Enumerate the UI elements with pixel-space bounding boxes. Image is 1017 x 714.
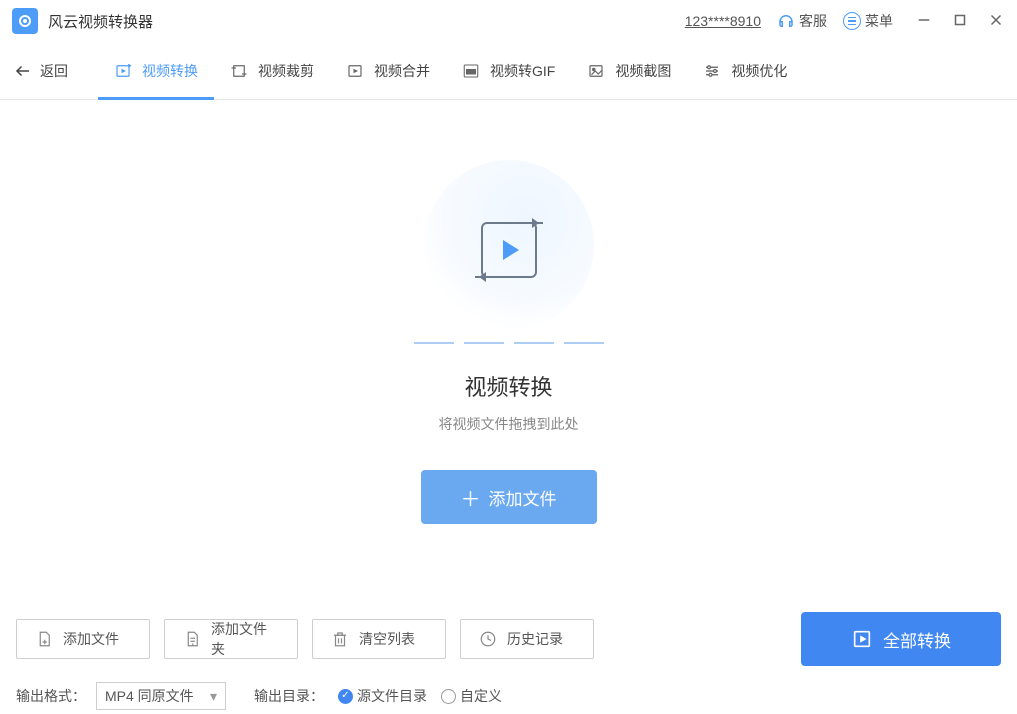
screenshot-icon bbox=[587, 62, 605, 80]
tab-label: 视频截图 bbox=[615, 61, 671, 81]
hero-title: 视频转换 bbox=[464, 370, 552, 402]
history-button[interactable]: 历史记录 bbox=[460, 619, 594, 659]
convert-all-label: 全部转换 bbox=[883, 627, 951, 652]
app-title: 风云视频转换器 bbox=[48, 11, 153, 32]
tab-video-crop[interactable]: 视频裁剪 bbox=[214, 42, 330, 99]
tab-video-optimize[interactable]: 视频优化 bbox=[687, 42, 803, 99]
convert-loop-icon bbox=[481, 222, 537, 278]
trash-icon bbox=[331, 630, 349, 648]
bottom-panel: 添加文件 添加文件夹 清空列表 历史记录 全部转换 输出格式： MP4 同原文件… bbox=[0, 600, 1017, 710]
tabbar: 返回 视频转换 视频裁剪 视频合并 视频转GIF 视频截图 视频优化 bbox=[0, 42, 1017, 100]
output-dir-label: 输出目录： bbox=[254, 686, 324, 706]
back-button[interactable]: 返回 bbox=[14, 61, 68, 81]
back-label: 返回 bbox=[40, 61, 68, 81]
radio-source-label: 源文件目录 bbox=[357, 686, 427, 706]
plus-icon: ＋ bbox=[461, 483, 481, 512]
add-file-button[interactable]: 添加文件 bbox=[16, 619, 150, 659]
add-folder-label: 添加文件夹 bbox=[211, 619, 279, 659]
chevron-down-icon: ▾ bbox=[210, 688, 217, 705]
tab-video-to-gif[interactable]: 视频转GIF bbox=[446, 42, 571, 99]
hero-subtitle: 将视频文件拖拽到此处 bbox=[439, 414, 579, 434]
tab-label: 视频优化 bbox=[731, 61, 787, 81]
close-icon bbox=[987, 11, 1005, 29]
radio-custom-dir[interactable]: 自定义 bbox=[441, 686, 502, 706]
titlebar: 风云视频转换器 123****8910 客服 菜单 bbox=[0, 0, 1017, 42]
sliders-icon bbox=[703, 62, 721, 80]
radio-custom-label: 自定义 bbox=[460, 686, 502, 706]
clear-list-button[interactable]: 清空列表 bbox=[312, 619, 446, 659]
menu-button[interactable]: 菜单 bbox=[843, 11, 893, 31]
tab-label: 视频转换 bbox=[142, 61, 198, 81]
support-button[interactable]: 客服 bbox=[777, 11, 827, 31]
hero-graphic bbox=[409, 170, 609, 330]
tab-video-convert[interactable]: 视频转换 bbox=[98, 42, 214, 99]
menu-icon bbox=[843, 12, 861, 30]
maximize-button[interactable] bbox=[951, 11, 969, 32]
radio-source-dir[interactable]: 源文件目录 bbox=[338, 686, 427, 706]
app-logo bbox=[12, 8, 38, 34]
tab-label: 视频裁剪 bbox=[258, 61, 314, 81]
merge-icon bbox=[346, 62, 364, 80]
hero-dashes bbox=[414, 342, 604, 344]
add-folder-button[interactable]: 添加文件夹 bbox=[164, 619, 298, 659]
gif-icon bbox=[462, 62, 480, 80]
play-convert-icon bbox=[114, 62, 132, 80]
minimize-button[interactable] bbox=[915, 11, 933, 32]
convert-all-button[interactable]: 全部转换 bbox=[801, 612, 1001, 666]
output-format-select[interactable]: MP4 同原文件 ▾ bbox=[96, 682, 226, 710]
add-files-center-button[interactable]: ＋ 添加文件 bbox=[421, 470, 597, 524]
add-file-label: 添加文件 bbox=[63, 629, 119, 649]
output-format-value: MP4 同原文件 bbox=[105, 686, 194, 706]
minimize-icon bbox=[915, 11, 933, 29]
play-box-icon bbox=[851, 628, 873, 650]
radio-unchecked-icon bbox=[441, 689, 456, 704]
clear-list-label: 清空列表 bbox=[359, 629, 415, 649]
back-arrow-icon bbox=[14, 62, 32, 80]
headset-icon bbox=[777, 12, 795, 30]
clock-icon bbox=[479, 630, 497, 648]
account-link[interactable]: 123****8910 bbox=[685, 13, 761, 29]
crop-icon bbox=[230, 62, 248, 80]
tab-label: 视频转GIF bbox=[490, 61, 555, 81]
file-add-icon bbox=[35, 630, 53, 648]
tab-video-merge[interactable]: 视频合并 bbox=[330, 42, 446, 99]
drop-area[interactable]: 视频转换 将视频文件拖拽到此处 ＋ 添加文件 bbox=[0, 100, 1017, 600]
folder-add-icon bbox=[183, 630, 201, 648]
history-label: 历史记录 bbox=[507, 629, 563, 649]
add-files-center-label: 添加文件 bbox=[489, 485, 557, 510]
menu-label: 菜单 bbox=[865, 11, 893, 31]
close-button[interactable] bbox=[987, 11, 1005, 32]
support-label: 客服 bbox=[799, 11, 827, 31]
maximize-icon bbox=[951, 11, 969, 29]
tab-video-screenshot[interactable]: 视频截图 bbox=[571, 42, 687, 99]
tab-label: 视频合并 bbox=[374, 61, 430, 81]
output-format-label: 输出格式： bbox=[16, 686, 86, 706]
radio-checked-icon bbox=[338, 689, 353, 704]
